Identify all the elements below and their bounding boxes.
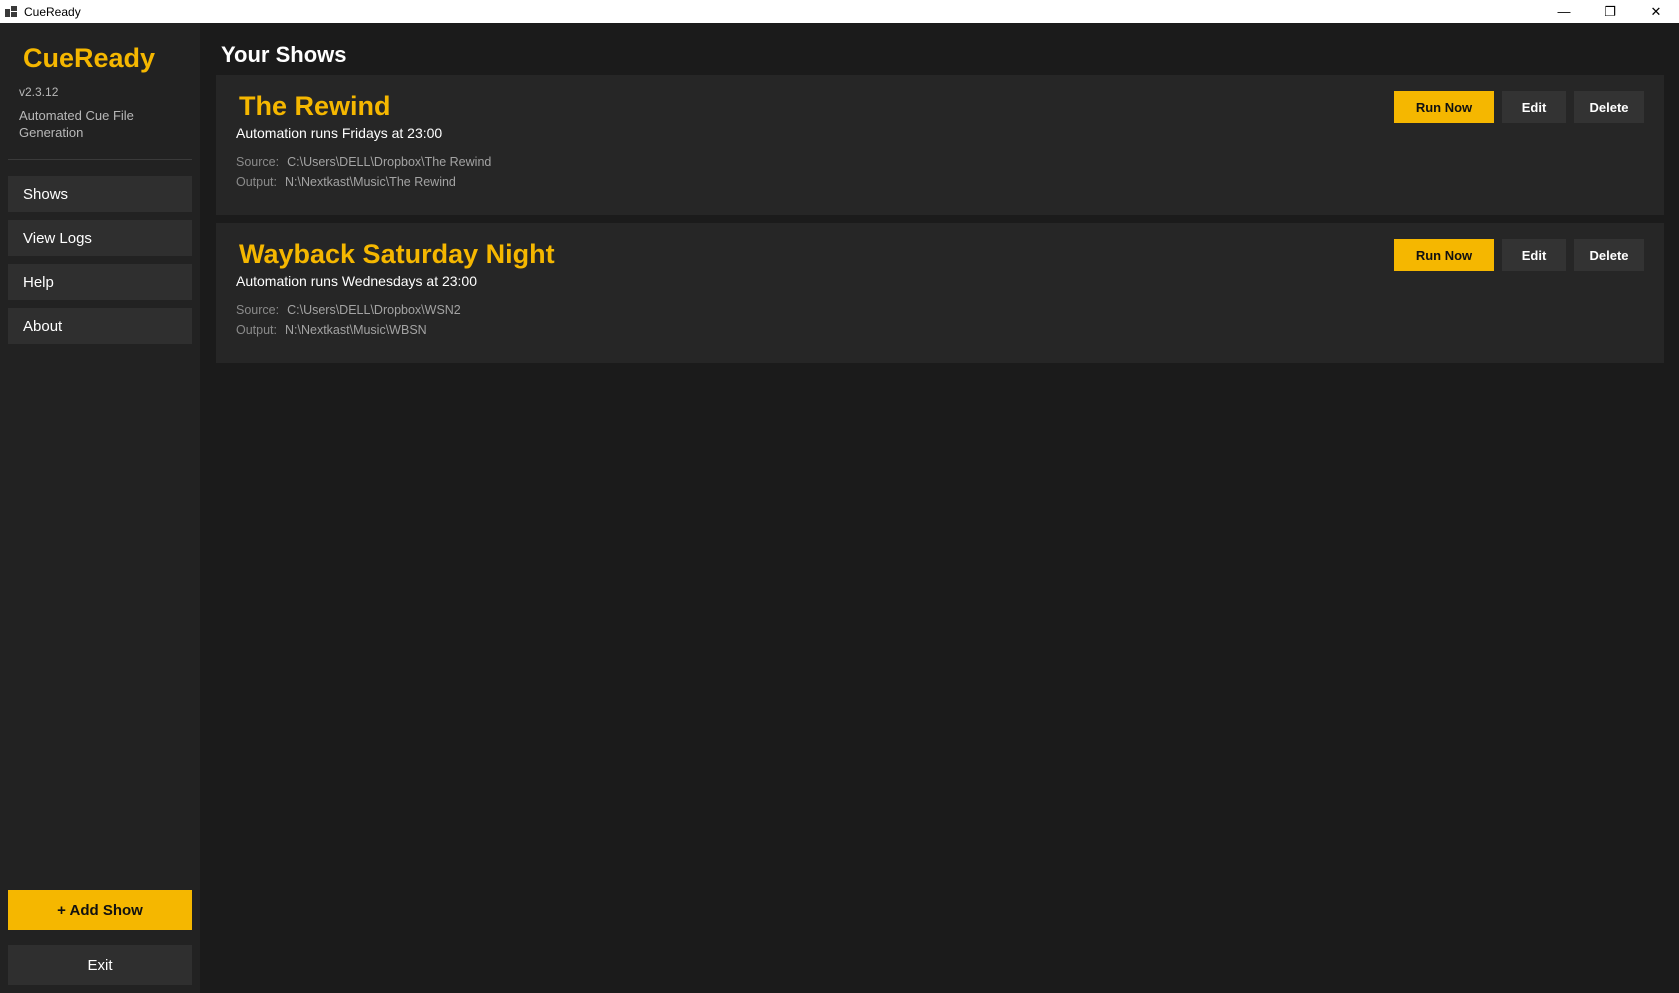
window-title: CueReady [24, 4, 81, 19]
brand-title: CueReady [23, 43, 156, 73]
show-schedule: Automation runs Fridays at 23:00 [236, 125, 443, 141]
show-card: The Rewind Automation runs Fridays at 23… [216, 75, 1664, 215]
add-show-button[interactable]: + Add Show [8, 890, 192, 930]
output-path: N:\Nextkast\Music\The Rewind [285, 175, 456, 189]
show-output: Output: N:\Nextkast\Music\WBSN [236, 323, 427, 337]
source-label: Source: [236, 155, 280, 169]
source-label: Source: [236, 303, 280, 317]
delete-button[interactable]: Delete [1574, 91, 1644, 123]
app-icon [5, 6, 17, 17]
sidebar-item-about[interactable]: About [8, 308, 192, 344]
page-title: Your Shows [221, 42, 347, 67]
sidebar: CueReady v2.3.12 Automated Cue File Gene… [0, 23, 200, 993]
show-source: Source: C:\Users\DELL\Dropbox\WSN2 [236, 303, 461, 317]
edit-button[interactable]: Edit [1502, 239, 1566, 271]
version-label: v2.3.12 [19, 85, 59, 99]
run-now-button[interactable]: Run Now [1394, 239, 1494, 271]
output-label: Output: [236, 175, 277, 189]
exit-button[interactable]: Exit [8, 945, 192, 985]
show-source: Source: C:\Users\DELL\Dropbox\The Rewind [236, 155, 491, 169]
minimize-icon[interactable]: — [1541, 0, 1587, 23]
app-window: CueReady — ❐ ✕ CueReady v2.3.12 Automate… [0, 0, 1679, 993]
output-label: Output: [236, 323, 277, 337]
run-now-button[interactable]: Run Now [1394, 91, 1494, 123]
show-schedule: Automation runs Wednesdays at 23:00 [236, 273, 478, 289]
window-controls: — ❐ ✕ [1541, 0, 1679, 23]
delete-button[interactable]: Delete [1574, 239, 1644, 271]
sidebar-item-shows[interactable]: Shows [8, 176, 192, 212]
show-output: Output: N:\Nextkast\Music\The Rewind [236, 175, 456, 189]
main-content: Your Shows The Rewind Automation runs Fr… [200, 23, 1679, 993]
sidebar-nav: Shows View Logs Help About [8, 176, 192, 352]
restore-icon[interactable]: ❐ [1587, 0, 1633, 23]
source-path: C:\Users\DELL\Dropbox\The Rewind [287, 155, 492, 169]
tagline: Automated Cue File Generation [19, 108, 134, 140]
edit-button[interactable]: Edit [1502, 91, 1566, 123]
source-path: C:\Users\DELL\Dropbox\WSN2 [287, 303, 461, 317]
close-icon[interactable]: ✕ [1633, 0, 1679, 23]
sidebar-item-view-logs[interactable]: View Logs [8, 220, 192, 256]
show-name: Wayback Saturday Night [239, 239, 555, 269]
show-actions: Run Now Edit Delete [1394, 91, 1644, 123]
title-bar[interactable]: CueReady — ❐ ✕ [0, 0, 1679, 23]
sidebar-item-help[interactable]: Help [8, 264, 192, 300]
sidebar-divider [8, 159, 192, 160]
show-name: The Rewind [239, 91, 391, 121]
show-actions: Run Now Edit Delete [1394, 239, 1644, 271]
show-list: The Rewind Automation runs Fridays at 23… [216, 75, 1664, 371]
show-card: Wayback Saturday Night Automation runs W… [216, 223, 1664, 363]
output-path: N:\Nextkast\Music\WBSN [285, 323, 427, 337]
